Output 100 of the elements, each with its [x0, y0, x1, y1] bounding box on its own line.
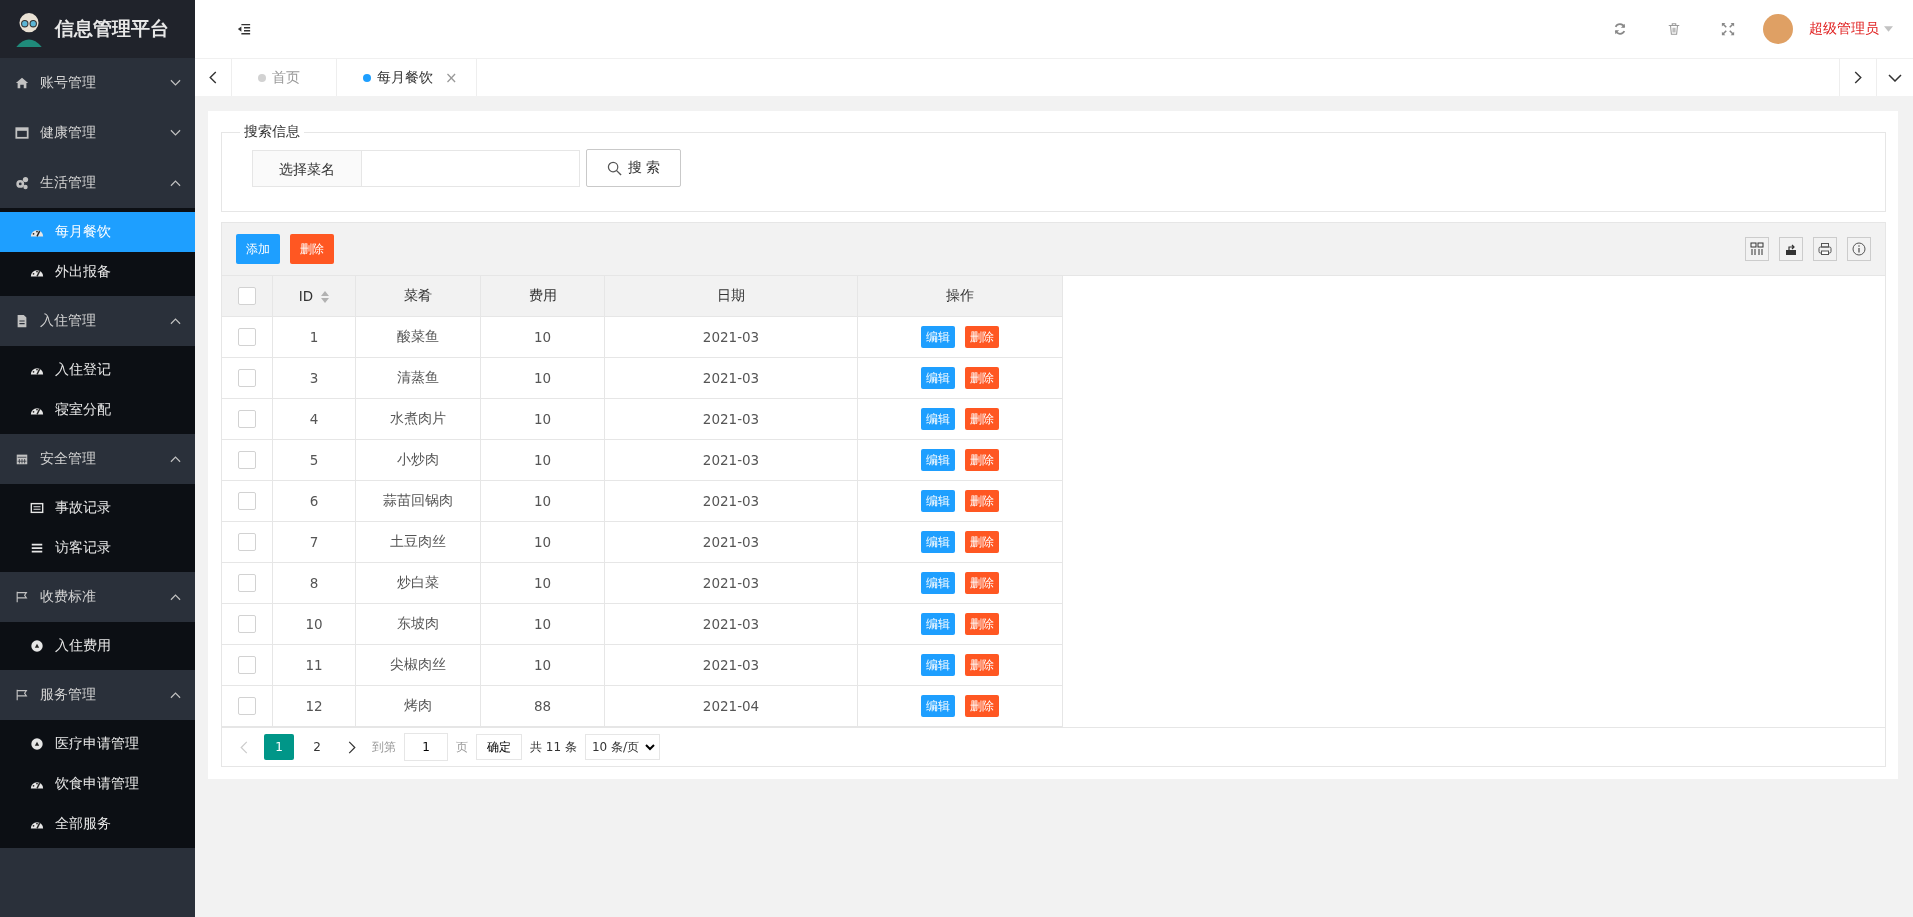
page-number[interactable]: 1: [264, 734, 294, 760]
row-checkbox[interactable]: [238, 328, 256, 346]
page-tab[interactable]: 首页: [232, 59, 337, 96]
refresh-icon[interactable]: [1613, 22, 1627, 36]
menu-label: 入住登记: [55, 361, 111, 379]
chevron-icon: [170, 179, 181, 187]
edit-button[interactable]: 编辑: [921, 572, 955, 594]
panel-legend: 搜索信息: [240, 123, 304, 141]
row-checkbox[interactable]: [238, 697, 256, 715]
chevron-left-icon: [209, 71, 217, 84]
print-icon: [1818, 242, 1832, 256]
edit-button[interactable]: 编辑: [921, 326, 955, 348]
confirm-button[interactable]: 确定: [476, 734, 522, 760]
table-cell: 88: [533, 698, 552, 714]
list-icon: [30, 541, 44, 555]
menu-label: 全部服务: [55, 815, 111, 833]
home-icon: [15, 76, 29, 90]
delete-button[interactable]: 删除: [965, 531, 999, 553]
sidebar-item[interactable]: 全部服务: [0, 804, 195, 844]
sidebar-item[interactable]: 寝室分配: [0, 390, 195, 430]
column-header: 操作: [946, 287, 974, 303]
table-cell: 10: [533, 657, 552, 673]
table-cell: 东坡肉: [397, 615, 439, 631]
table-cell: 2021-03: [702, 452, 760, 468]
edit-button[interactable]: 编辑: [921, 531, 955, 553]
tab-dot-icon: [258, 73, 266, 82]
table-cell: 5: [309, 452, 319, 468]
menu-icon[interactable]: [237, 22, 251, 36]
chevron-down-icon: [1888, 73, 1902, 82]
table-cell: 10: [533, 452, 552, 468]
table-cell: 4: [309, 411, 319, 427]
sidebar-item[interactable]: 每月餐饮: [0, 212, 195, 252]
page-number[interactable]: 2: [302, 734, 332, 760]
sidebar-item[interactable]: 饮食申请管理: [0, 764, 195, 804]
delete-button[interactable]: 删除: [965, 654, 999, 676]
trash-icon[interactable]: [1667, 22, 1681, 36]
delete-button[interactable]: 删除: [965, 572, 999, 594]
page-tab[interactable]: 每月餐饮 ×: [337, 59, 477, 96]
tab-close-button[interactable]: ×: [445, 68, 458, 87]
row-checkbox[interactable]: [238, 492, 256, 510]
info-icon: [1852, 242, 1866, 256]
edit-button[interactable]: 编辑: [921, 695, 955, 717]
column-header: 费用: [528, 287, 557, 303]
flag-icon: [15, 688, 29, 702]
table-cell: 12: [305, 698, 323, 714]
user-menu[interactable]: 超级管理员: [1809, 20, 1879, 38]
app-title: 信息管理平台: [55, 16, 169, 41]
edit-button[interactable]: 编辑: [921, 613, 955, 635]
sidebar-item[interactable]: 医疗申请管理: [0, 724, 195, 764]
table-cell: 10: [533, 411, 552, 427]
caret-icon[interactable]: [1884, 26, 1893, 32]
delete-button[interactable]: 删除: [965, 326, 999, 348]
table-cell: 酸菜鱼: [397, 328, 439, 344]
fullscreen-icon[interactable]: [1721, 22, 1735, 36]
avatar[interactable]: [1763, 14, 1793, 44]
page-size-select[interactable]: 10 条/页: [584, 734, 661, 760]
info-button[interactable]: [1847, 237, 1871, 261]
search-button[interactable]: 搜 索: [586, 149, 681, 187]
table-cell: 2021-03: [702, 657, 760, 673]
sidebar-item[interactable]: 事故记录: [0, 488, 195, 528]
row-checkbox[interactable]: [238, 369, 256, 387]
page-input[interactable]: 1: [404, 733, 448, 761]
row-checkbox[interactable]: [238, 615, 256, 633]
edit-button[interactable]: 编辑: [921, 449, 955, 471]
sidebar-item[interactable]: 外出报备: [0, 252, 195, 292]
menu-label: 入住管理: [40, 312, 97, 330]
delete-button[interactable]: 删除: [965, 613, 999, 635]
table-cell: 2021-03: [702, 575, 760, 591]
delete-button[interactable]: 删除: [965, 367, 999, 389]
add-button[interactable]: 添加: [236, 234, 280, 264]
row-checkbox[interactable]: [238, 656, 256, 674]
flag-icon: [15, 590, 29, 604]
delete-button[interactable]: 删除: [965, 695, 999, 717]
export-button[interactable]: [1779, 237, 1803, 261]
dish-name-input[interactable]: [362, 149, 580, 187]
file-icon: [15, 314, 29, 328]
table-cell: 10: [533, 616, 552, 632]
delete-button[interactable]: 删除: [290, 234, 334, 264]
print-button[interactable]: [1813, 237, 1837, 261]
sort-icon[interactable]: [321, 291, 330, 303]
row-checkbox[interactable]: [238, 451, 256, 469]
sidebar-item[interactable]: 访客记录: [0, 528, 195, 568]
row-checkbox[interactable]: [238, 533, 256, 551]
edit-button[interactable]: 编辑: [921, 490, 955, 512]
column-header: 菜肴: [404, 287, 432, 303]
table-cell: 烤肉: [404, 697, 432, 713]
prev-page-icon[interactable]: [240, 740, 248, 754]
edit-button[interactable]: 编辑: [921, 654, 955, 676]
menu-label: 医疗申请管理: [55, 735, 139, 753]
delete-button[interactable]: 删除: [965, 490, 999, 512]
edit-button[interactable]: 编辑: [921, 408, 955, 430]
select-all-checkbox[interactable]: [238, 287, 256, 305]
columns-button[interactable]: [1745, 237, 1769, 261]
next-page-icon[interactable]: [348, 740, 356, 754]
sidebar-item[interactable]: 入住登记: [0, 350, 195, 390]
delete-button[interactable]: 删除: [965, 408, 999, 430]
edit-button[interactable]: 编辑: [921, 367, 955, 389]
row-checkbox[interactable]: [238, 410, 256, 428]
row-checkbox[interactable]: [238, 574, 256, 592]
delete-button[interactable]: 删除: [965, 449, 999, 471]
